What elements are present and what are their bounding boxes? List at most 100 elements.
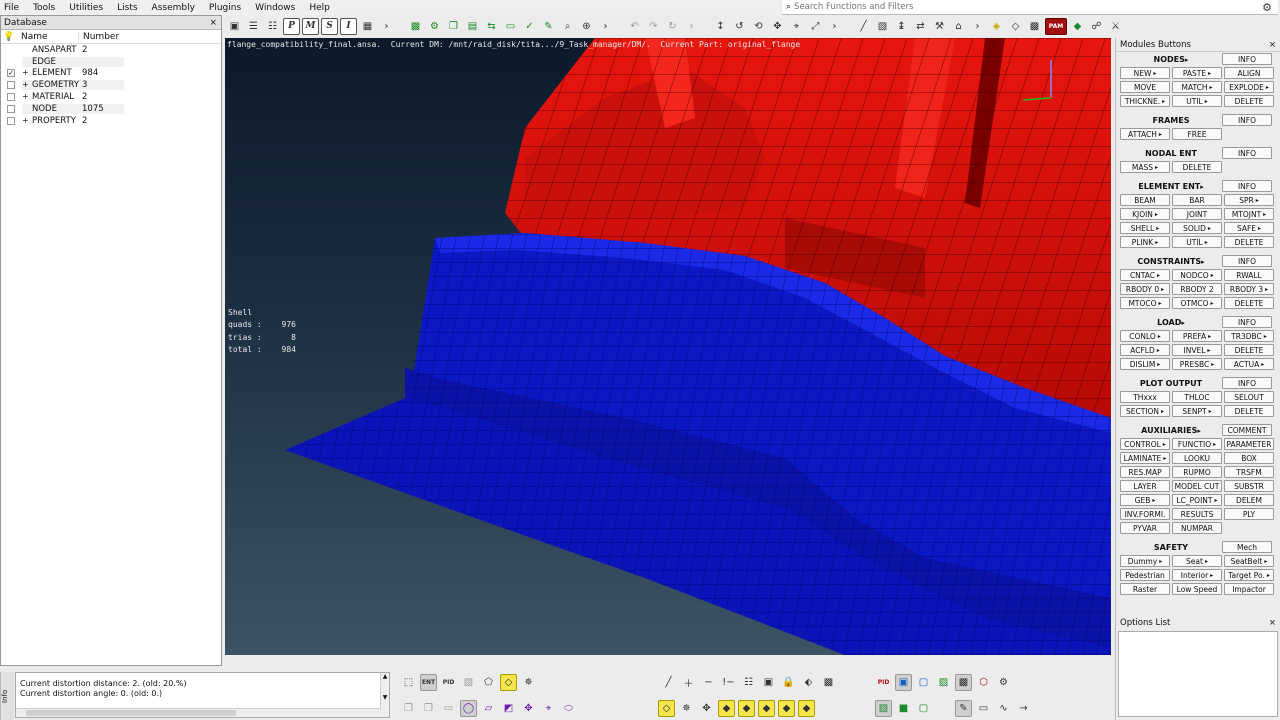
visibility-checkbox[interactable] (7, 46, 15, 54)
module-button-delete[interactable]: DELETE (1224, 236, 1274, 248)
module-button-seatbelt[interactable]: SeatBelt (1224, 555, 1274, 567)
expand-icon[interactable] (22, 45, 32, 55)
module-info-button[interactable]: INFO (1222, 114, 1272, 126)
module-button-tr3dbc[interactable]: TR3DBC (1224, 330, 1274, 342)
module-button-delete[interactable]: DELETE (1224, 95, 1274, 107)
chevron-right-2-icon[interactable]: › (597, 18, 614, 35)
edit-pencil-icon[interactable]: ✎ (540, 18, 557, 35)
module-button-rbody-0[interactable]: RBODY 0 (1120, 283, 1170, 295)
shade-icon[interactable]: ▩ (955, 673, 972, 691)
transparent-icon[interactable]: ◇ (1007, 18, 1024, 35)
module-button-joint[interactable]: JOINT (1172, 208, 1222, 220)
module-button-box[interactable]: BOX (1224, 452, 1274, 464)
module-button-spr[interactable]: SPR (1224, 194, 1274, 206)
rotate-icon[interactable]: ↺ (731, 18, 748, 35)
close-icon[interactable]: ⨯ (1269, 618, 1276, 628)
module-heading-nodal-ent[interactable]: NODAL ENT (1120, 149, 1222, 158)
table-icon[interactable]: ☷ (264, 18, 281, 35)
annotation-icon[interactable]: ▧ (874, 18, 891, 35)
module-button-cntac[interactable]: CNTAC (1120, 269, 1170, 281)
module-info-button[interactable]: INFO (1222, 147, 1272, 159)
chevron-right-5-icon[interactable]: › (969, 18, 986, 35)
module-button-util[interactable]: UTIL (1172, 95, 1222, 107)
module-button-thloc[interactable]: THLOC (1172, 391, 1222, 403)
column-header-name[interactable]: Name (17, 31, 79, 42)
module-info-button[interactable]: COMMENT (1222, 424, 1272, 436)
wire-green-icon[interactable]: ▢ (915, 700, 932, 717)
line-icon[interactable]: ╱ (660, 674, 677, 691)
module-button-delete[interactable]: DELETE (1224, 405, 1274, 417)
module-button-thickne[interactable]: THICKNE. (1120, 95, 1170, 107)
move-icon[interactable]: ✥ (520, 700, 537, 717)
module-button-rupmo[interactable]: RUPMO (1172, 466, 1222, 478)
visibility-checkbox[interactable] (7, 93, 15, 102)
align-icon[interactable]: ↕ (712, 18, 729, 35)
module-button-results[interactable]: RESULTS (1172, 508, 1222, 520)
console-output[interactable]: Current distortion distance: 2. (old: 20… (15, 672, 390, 718)
grid-icon[interactable]: ▩ (1026, 18, 1043, 35)
module-info-button[interactable]: INFO (1222, 316, 1272, 328)
list-icon[interactable]: ☰ (245, 18, 262, 35)
settings-cube-icon[interactable]: ⚙ (995, 674, 1012, 691)
module-button-raster[interactable]: Raster (1120, 583, 1170, 595)
quad-grid-icon[interactable]: ☷ (740, 674, 757, 691)
chevron-right-4-icon[interactable]: › (826, 18, 843, 35)
module-heading-auxiliaries[interactable]: AUXILIARIES (1120, 426, 1222, 435)
plus-icon[interactable]: ＋ (680, 674, 697, 691)
transform-yellow-icon[interactable]: ✥ (698, 700, 715, 717)
module-button-layer[interactable]: LAYER (1120, 480, 1170, 492)
module-button-looku[interactable]: LOOKU (1172, 452, 1222, 464)
menu-item-tools[interactable]: Tools (33, 3, 55, 13)
module-button-inv-formi[interactable]: INV.FORMI. (1120, 508, 1170, 520)
module-button-trsfm[interactable]: TRSFM (1224, 466, 1274, 478)
module-heading-load[interactable]: LOAD (1120, 318, 1222, 327)
module-button-pyvar[interactable]: PYVAR (1120, 522, 1170, 534)
menu-item-windows[interactable]: Windows (255, 3, 295, 13)
cube-blue-icon[interactable]: ▣ (895, 673, 912, 691)
cube-icon[interactable]: ▧ (460, 674, 477, 691)
visibility-checkbox[interactable] (7, 81, 15, 90)
module-button-mtojnt[interactable]: MTOJNT (1224, 208, 1274, 220)
expand-icon[interactable] (22, 104, 32, 114)
module-info-button[interactable]: INFO (1222, 255, 1272, 267)
module-button-move[interactable]: MOVE (1120, 81, 1170, 93)
chevron-right-3-icon[interactable]: › (683, 18, 700, 35)
polygon-icon[interactable]: ⬠ (480, 674, 497, 691)
module-button-geb[interactable]: GEB (1120, 494, 1170, 506)
module-button-delem[interactable]: DELEM (1224, 494, 1274, 506)
ent-filter-button[interactable]: ENT (420, 673, 437, 691)
module-button-conlo[interactable]: CONLO (1120, 330, 1170, 342)
module-button-paste[interactable]: PASTE (1172, 67, 1222, 79)
sparkle-yellow-icon[interactable]: ✵ (678, 700, 695, 717)
s-set-icon[interactable]: S (321, 17, 338, 35)
visibility-checkbox[interactable] (7, 104, 15, 113)
diamond-4-icon[interactable]: ◆ (778, 699, 795, 717)
transform-icon[interactable]: ⇆ (483, 18, 500, 35)
close-icon[interactable]: ⨯ (209, 18, 217, 28)
square-plus-icon[interactable]: ▣ (760, 674, 777, 691)
lock-icon[interactable]: 🔒 (780, 674, 797, 691)
pid-filter-button[interactable]: PID (440, 674, 457, 691)
zoom-in-icon[interactable]: ⊕ (578, 18, 595, 35)
module-button-selout[interactable]: SELOUT (1224, 391, 1274, 403)
module-button-prefa[interactable]: PREFA (1172, 330, 1222, 342)
tube-icon[interactable]: ⬭ (560, 700, 577, 717)
module-button-rwall[interactable]: RWALL (1224, 269, 1274, 281)
redo-icon[interactable]: ↷ (645, 18, 662, 35)
module-button-model-cut[interactable]: MODEL CUT (1172, 480, 1222, 492)
close-icon[interactable]: ⨯ (1269, 40, 1276, 50)
module-button-acfld[interactable]: ACFLD (1120, 344, 1170, 356)
network-icon[interactable]: ⚔ (1107, 18, 1124, 35)
module-heading-constraints[interactable]: CONSTRAINTS (1120, 257, 1222, 266)
console-hscrollbar[interactable] (16, 708, 381, 717)
module-button-pedestrian[interactable]: Pedestrian (1120, 569, 1170, 581)
module-button-actua[interactable]: ACTUA (1224, 358, 1274, 370)
module-button-low-speed[interactable]: Low Speed (1172, 583, 1222, 595)
fit-icon[interactable]: ⤢ (807, 18, 824, 35)
module-button-lc-point[interactable]: LC_POINT (1172, 494, 1222, 506)
cube-green-icon[interactable]: ▨ (935, 674, 952, 691)
module-button-explode[interactable]: EXPLODE (1224, 81, 1274, 93)
database-row-edge[interactable]: EDGE (1, 56, 221, 68)
menu-item-assembly[interactable]: Assembly (152, 3, 195, 13)
p-property-icon[interactable]: P (283, 17, 300, 35)
